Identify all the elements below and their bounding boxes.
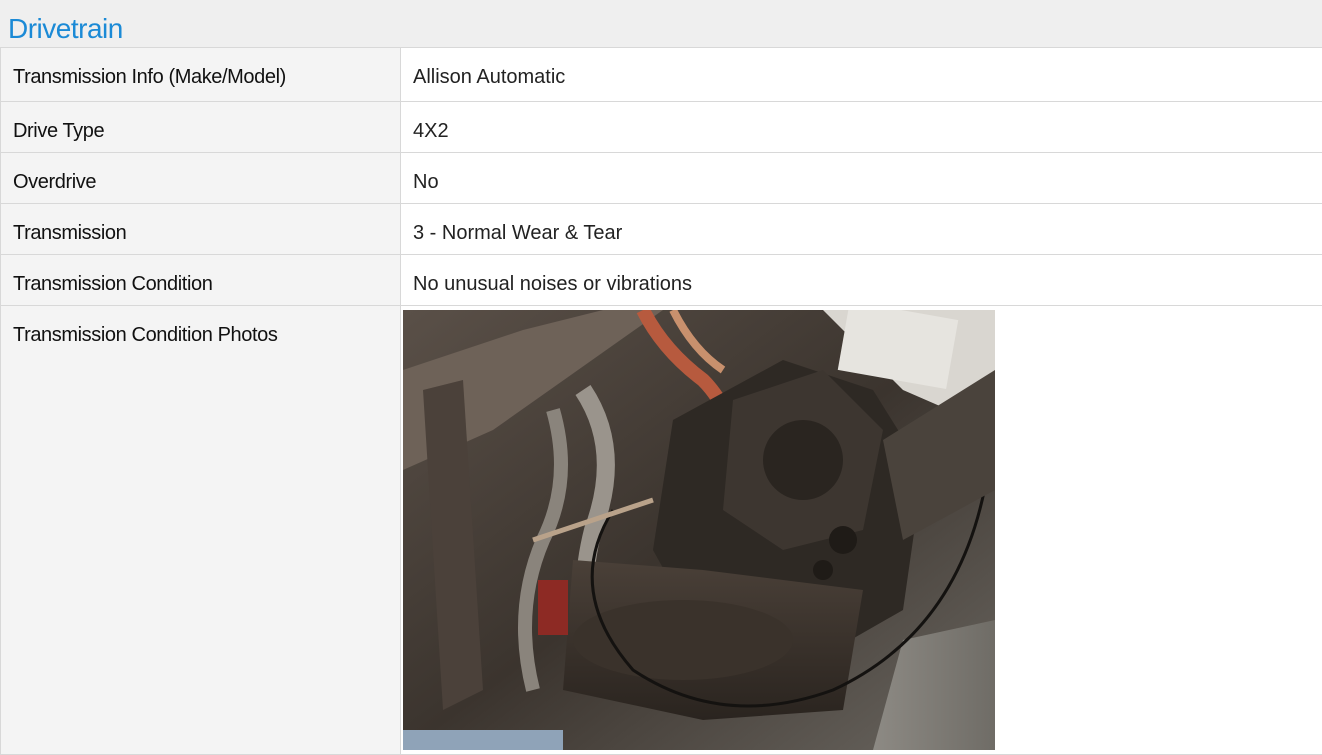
section-header: Drivetrain [0, 0, 1322, 47]
drivetrain-spec-table: Transmission Info (Make/Model) Allison A… [0, 47, 1322, 755]
table-row: Transmission 3 - Normal Wear & Tear [1, 204, 1322, 255]
transmission-photo-image [403, 310, 995, 750]
section-title: Drivetrain [8, 13, 1322, 45]
row-value: 4X2 [401, 102, 1322, 153]
table-row: Drive Type 4X2 [1, 102, 1322, 153]
row-label: Transmission Condition Photos [1, 306, 401, 755]
row-value: 3 - Normal Wear & Tear [401, 204, 1322, 255]
row-value: Allison Automatic [401, 48, 1322, 102]
photo-cell [401, 306, 1322, 755]
row-label: Overdrive [1, 153, 401, 204]
table-row: Transmission Condition Photos [1, 306, 1322, 755]
row-label: Transmission Info (Make/Model) [1, 48, 401, 102]
row-label: Transmission [1, 204, 401, 255]
row-value: No unusual noises or vibrations [401, 255, 1322, 306]
row-label: Transmission Condition [1, 255, 401, 306]
table-row: Transmission Condition No unusual noises… [1, 255, 1322, 306]
transmission-photo[interactable] [403, 310, 995, 750]
row-value: No [401, 153, 1322, 204]
table-row: Overdrive No [1, 153, 1322, 204]
table-row: Transmission Info (Make/Model) Allison A… [1, 48, 1322, 102]
row-label: Drive Type [1, 102, 401, 153]
